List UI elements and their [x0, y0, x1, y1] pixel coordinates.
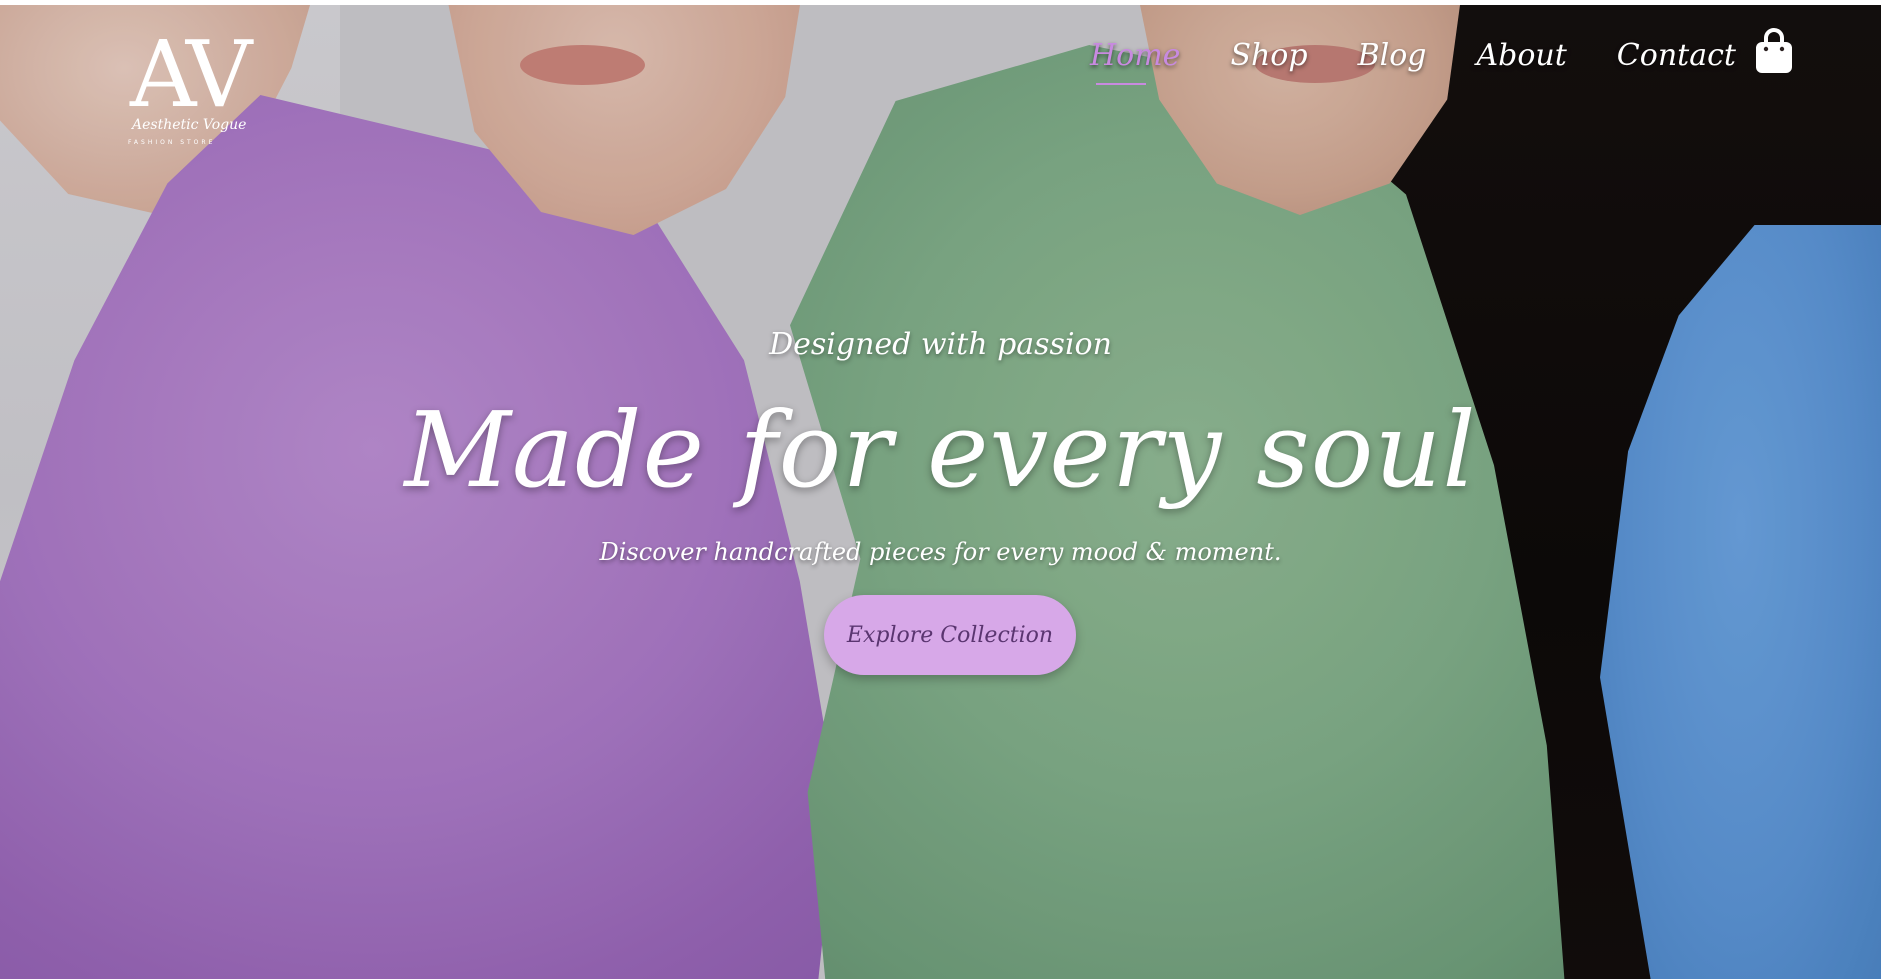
hero-headline: Made for every soul	[404, 389, 1477, 511]
hero-section: AV Aesthetic Vogue FASHION STORE Home Sh…	[0, 5, 1881, 979]
hero-content: Designed with passion Made for every sou…	[0, 5, 1881, 979]
explore-collection-button[interactable]: Explore Collection	[824, 595, 1076, 675]
hero-tagline: Discover handcrafted pieces for every mo…	[599, 538, 1282, 566]
hero-subtitle: Designed with passion	[769, 327, 1112, 362]
cta-label: Explore Collection	[846, 622, 1054, 648]
